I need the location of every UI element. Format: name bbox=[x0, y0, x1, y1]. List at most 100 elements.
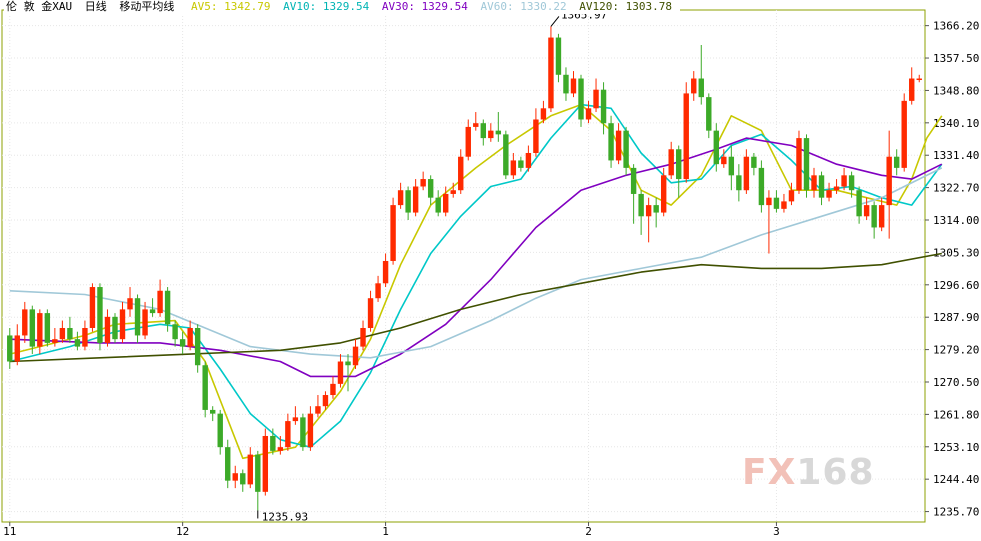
x-tick-label: 11 bbox=[3, 525, 16, 537]
candle-body bbox=[841, 175, 847, 187]
candle-body bbox=[337, 361, 344, 384]
candle-body bbox=[367, 298, 374, 328]
candle-body bbox=[382, 260, 389, 284]
candle-body bbox=[149, 309, 156, 314]
candle-body bbox=[593, 89, 599, 109]
candle-body bbox=[67, 327, 73, 340]
candle-body bbox=[345, 361, 351, 366]
candle-body bbox=[548, 37, 554, 109]
candle-body bbox=[285, 421, 291, 448]
candle-body bbox=[74, 339, 81, 347]
y-tick-label: 1305.30 bbox=[933, 246, 979, 259]
candle-body bbox=[901, 100, 907, 168]
legend-av5: AV5: 1342.79 bbox=[191, 0, 271, 13]
candle-body bbox=[255, 454, 261, 492]
candle-body bbox=[751, 156, 757, 168]
candle-body bbox=[615, 130, 622, 161]
y-tick-label: 1279.20 bbox=[933, 344, 979, 357]
candle-body bbox=[803, 138, 810, 191]
candle-body bbox=[390, 205, 396, 261]
candle-body bbox=[788, 190, 795, 202]
candle-body bbox=[270, 435, 276, 451]
candle-body bbox=[112, 316, 118, 340]
candle-body bbox=[488, 130, 494, 139]
candle-body bbox=[743, 156, 750, 191]
candle-body bbox=[676, 149, 682, 180]
candle-body bbox=[818, 175, 825, 198]
candle-body bbox=[736, 175, 742, 191]
candle-body bbox=[209, 409, 216, 414]
candle-body bbox=[187, 327, 193, 347]
candle-body bbox=[706, 97, 712, 131]
legend-indicator: 移动平均线 bbox=[119, 0, 175, 13]
candle-body bbox=[630, 167, 637, 194]
candle-body bbox=[525, 152, 532, 168]
watermark-fx: FX bbox=[742, 452, 797, 493]
candle-body bbox=[886, 156, 892, 206]
x-tick-label: 12 bbox=[176, 525, 189, 537]
legend-symbol: 伦 敦 金XAU bbox=[6, 0, 73, 13]
candle-body bbox=[563, 74, 569, 94]
candle-body bbox=[645, 205, 652, 217]
watermark-num: 168 bbox=[796, 452, 875, 493]
candle-body bbox=[871, 205, 877, 228]
candle-body bbox=[97, 287, 103, 343]
candle-body bbox=[360, 327, 366, 347]
legend-period: 日线 bbox=[84, 0, 107, 13]
candle-body bbox=[600, 89, 607, 124]
candle-body bbox=[578, 78, 584, 120]
candle-body bbox=[450, 190, 456, 194]
legend-av60: AV60: 1330.22 bbox=[480, 0, 567, 13]
candle-body bbox=[585, 108, 592, 120]
candle-body bbox=[420, 179, 426, 187]
candle-body bbox=[330, 383, 336, 396]
candle-body bbox=[315, 406, 321, 414]
candle-body bbox=[44, 313, 51, 343]
legend-av10: AV10: 1329.54 bbox=[283, 0, 370, 13]
candle-body bbox=[623, 130, 629, 168]
x-tick-label: 3 bbox=[773, 525, 780, 537]
candle-body bbox=[397, 190, 404, 206]
y-tick-label: 1357.50 bbox=[933, 52, 979, 65]
candle-body bbox=[202, 365, 208, 410]
y-tick-label: 1322.70 bbox=[933, 182, 979, 195]
fx168-watermark: FX168 bbox=[742, 452, 875, 493]
candle-body bbox=[277, 447, 284, 451]
y-tick-label: 1366.20 bbox=[933, 20, 979, 33]
candle-body bbox=[59, 327, 66, 340]
candle-body bbox=[225, 447, 231, 481]
legend-av30: AV30: 1329.54 bbox=[381, 0, 468, 13]
candle-body bbox=[555, 37, 562, 75]
candle-body bbox=[352, 346, 359, 366]
x-tick-label: 1 bbox=[382, 525, 389, 537]
candle-body bbox=[495, 130, 502, 135]
candle-body bbox=[668, 149, 674, 176]
candle-body bbox=[217, 413, 223, 448]
candle-body bbox=[863, 205, 870, 217]
candle-body bbox=[909, 78, 915, 101]
candle-body bbox=[473, 123, 479, 127]
candle-body bbox=[518, 160, 524, 168]
candle-body bbox=[893, 156, 900, 168]
candle-body bbox=[232, 473, 238, 481]
y-tick-label: 1270.50 bbox=[933, 376, 979, 389]
y-tick-label: 1287.90 bbox=[933, 311, 979, 324]
candle-body bbox=[826, 190, 832, 198]
candle-body bbox=[728, 156, 735, 176]
candle-body bbox=[127, 298, 133, 310]
candle-body bbox=[683, 93, 689, 180]
candle-body bbox=[89, 287, 96, 328]
plot-frame bbox=[1, 9, 926, 523]
candle-body bbox=[37, 313, 43, 347]
candle-body bbox=[142, 309, 148, 336]
candle-body bbox=[82, 327, 88, 347]
candle-body bbox=[435, 197, 441, 213]
x-tick-label: 2 bbox=[585, 525, 592, 537]
candle-body bbox=[691, 78, 697, 94]
candle-body bbox=[540, 108, 547, 120]
candle-body bbox=[52, 339, 58, 343]
candle-body bbox=[262, 435, 269, 492]
candle-body bbox=[119, 309, 126, 340]
y-tick-label: 1253.10 bbox=[933, 441, 979, 454]
candle-body bbox=[405, 190, 411, 213]
